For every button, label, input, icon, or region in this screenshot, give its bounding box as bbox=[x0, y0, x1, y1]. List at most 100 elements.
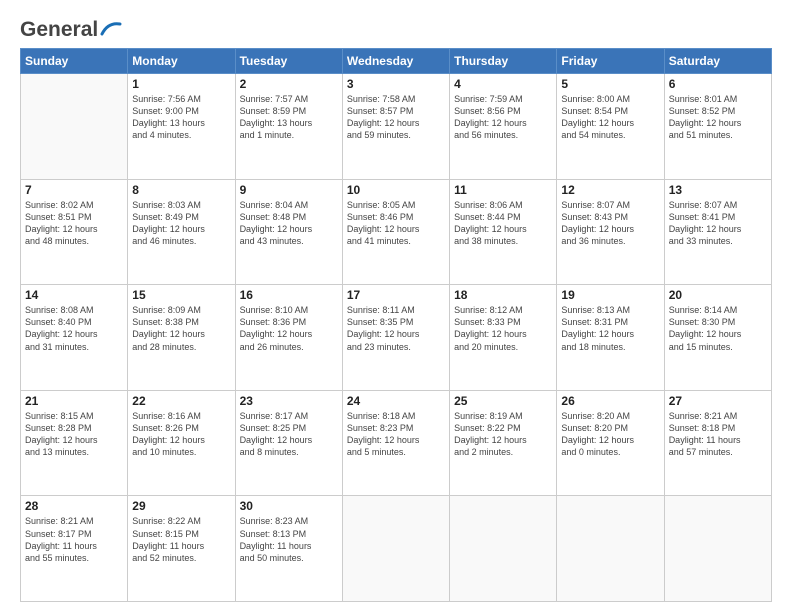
weekday-header-sunday: Sunday bbox=[21, 49, 128, 74]
day-number: 13 bbox=[669, 183, 767, 197]
day-info: Sunrise: 8:12 AM Sunset: 8:33 PM Dayligh… bbox=[454, 304, 552, 353]
calendar-cell: 9 Sunrise: 8:04 AM Sunset: 8:48 PM Daylig… bbox=[235, 179, 342, 285]
day-info: Sunrise: 8:22 AM Sunset: 8:15 PM Dayligh… bbox=[132, 515, 230, 564]
day-info: Sunrise: 8:05 AM Sunset: 8:46 PM Dayligh… bbox=[347, 199, 445, 248]
calendar-cell: 4Sunrise: 7:59 AM Sunset: 8:56 PM Daylig… bbox=[450, 74, 557, 180]
day-info: Sunrise: 8:18 AM Sunset: 8:23 PM Dayligh… bbox=[347, 410, 445, 459]
day-number: 2 bbox=[240, 77, 338, 91]
calendar-cell: 3Sunrise: 7:58 AM Sunset: 8:57 PM Daylig… bbox=[342, 74, 449, 180]
weekday-header-tuesday: Tuesday bbox=[235, 49, 342, 74]
day-info: Sunrise: 8:00 AM Sunset: 8:54 PM Dayligh… bbox=[561, 93, 659, 142]
day-number: 10 bbox=[347, 183, 445, 197]
day-number: 27 bbox=[669, 394, 767, 408]
day-info: Sunrise: 8:21 AM Sunset: 8:18 PM Dayligh… bbox=[669, 410, 767, 459]
calendar-cell: 28 Sunrise: 8:21 AM Sunset: 8:17 PM Dayli… bbox=[21, 496, 128, 602]
day-number: 21 bbox=[25, 394, 123, 408]
day-info: Sunrise: 8:19 AM Sunset: 8:22 PM Dayligh… bbox=[454, 410, 552, 459]
calendar-cell: 27 Sunrise: 8:21 AM Sunset: 8:18 PM Dayli… bbox=[664, 390, 771, 496]
day-number: 15 bbox=[132, 288, 230, 302]
calendar-cell: 30Sunrise: 8:23 AM Sunset: 8:13 PM Dayli… bbox=[235, 496, 342, 602]
calendar-cell: 7Sunrise: 8:02 AM Sunset: 8:51 PM Daylig… bbox=[21, 179, 128, 285]
day-number: 14 bbox=[25, 288, 123, 302]
calendar-cell: 20 Sunrise: 8:14 AM Sunset: 8:30 PM Dayli… bbox=[664, 285, 771, 391]
day-info: Sunrise: 8:21 AM Sunset: 8:17 PM Dayligh… bbox=[25, 515, 123, 564]
day-info: Sunrise: 8:07 AM Sunset: 8:41 PM Dayligh… bbox=[669, 199, 767, 248]
calendar-cell: 29 Sunrise: 8:22 AM Sunset: 8:15 PM Dayli… bbox=[128, 496, 235, 602]
calendar-cell bbox=[664, 496, 771, 602]
calendar-cell: 21 Sunrise: 8:15 AM Sunset: 8:28 PM Dayli… bbox=[21, 390, 128, 496]
logo-general: General bbox=[20, 18, 98, 42]
header: General bbox=[20, 18, 772, 38]
day-info: Sunrise: 8:15 AM Sunset: 8:28 PM Dayligh… bbox=[25, 410, 123, 459]
calendar-cell: 15 Sunrise: 8:09 AM Sunset: 8:38 PM Dayli… bbox=[128, 285, 235, 391]
weekday-header-thursday: Thursday bbox=[450, 49, 557, 74]
calendar-cell bbox=[21, 74, 128, 180]
day-info: Sunrise: 8:16 AM Sunset: 8:26 PM Dayligh… bbox=[132, 410, 230, 459]
day-number: 20 bbox=[669, 288, 767, 302]
calendar-cell: 2Sunrise: 7:57 AM Sunset: 8:59 PM Daylig… bbox=[235, 74, 342, 180]
day-number: 5 bbox=[561, 77, 659, 91]
calendar-cell bbox=[342, 496, 449, 602]
day-number: 19 bbox=[561, 288, 659, 302]
day-number: 7 bbox=[25, 183, 123, 197]
calendar-week-row: 14 Sunrise: 8:08 AM Sunset: 8:40 PM Dayli… bbox=[21, 285, 772, 391]
weekday-header-saturday: Saturday bbox=[664, 49, 771, 74]
day-info: Sunrise: 8:01 AM Sunset: 8:52 PM Dayligh… bbox=[669, 93, 767, 142]
calendar-cell: 13 Sunrise: 8:07 AM Sunset: 8:41 PM Dayli… bbox=[664, 179, 771, 285]
day-info: Sunrise: 8:11 AM Sunset: 8:35 PM Dayligh… bbox=[347, 304, 445, 353]
weekday-header-row: SundayMondayTuesdayWednesdayThursdayFrid… bbox=[21, 49, 772, 74]
calendar-cell: 8 Sunrise: 8:03 AM Sunset: 8:49 PM Daylig… bbox=[128, 179, 235, 285]
weekday-header-wednesday: Wednesday bbox=[342, 49, 449, 74]
day-info: Sunrise: 7:58 AM Sunset: 8:57 PM Dayligh… bbox=[347, 93, 445, 142]
calendar-week-row: 7Sunrise: 8:02 AM Sunset: 8:51 PM Daylig… bbox=[21, 179, 772, 285]
day-info: Sunrise: 8:03 AM Sunset: 8:49 PM Dayligh… bbox=[132, 199, 230, 248]
calendar-cell: 12 Sunrise: 8:07 AM Sunset: 8:43 PM Dayli… bbox=[557, 179, 664, 285]
calendar-cell: 23Sunrise: 8:17 AM Sunset: 8:25 PM Dayli… bbox=[235, 390, 342, 496]
calendar-cell: 6 Sunrise: 8:01 AM Sunset: 8:52 PM Daylig… bbox=[664, 74, 771, 180]
calendar-table: SundayMondayTuesdayWednesdayThursdayFrid… bbox=[20, 48, 772, 602]
day-info: Sunrise: 8:08 AM Sunset: 8:40 PM Dayligh… bbox=[25, 304, 123, 353]
calendar-cell: 18 Sunrise: 8:12 AM Sunset: 8:33 PM Dayli… bbox=[450, 285, 557, 391]
day-info: Sunrise: 8:10 AM Sunset: 8:36 PM Dayligh… bbox=[240, 304, 338, 353]
day-number: 18 bbox=[454, 288, 552, 302]
day-info: Sunrise: 8:23 AM Sunset: 8:13 PM Dayligh… bbox=[240, 515, 338, 564]
day-number: 29 bbox=[132, 499, 230, 513]
day-number: 23 bbox=[240, 394, 338, 408]
day-number: 25 bbox=[454, 394, 552, 408]
day-number: 9 bbox=[240, 183, 338, 197]
day-number: 17 bbox=[347, 288, 445, 302]
day-number: 8 bbox=[132, 183, 230, 197]
calendar-cell: 14 Sunrise: 8:08 AM Sunset: 8:40 PM Dayli… bbox=[21, 285, 128, 391]
logo-swoosh-icon bbox=[100, 20, 122, 36]
calendar-cell: 26 Sunrise: 8:20 AM Sunset: 8:20 PM Dayli… bbox=[557, 390, 664, 496]
day-info: Sunrise: 8:20 AM Sunset: 8:20 PM Dayligh… bbox=[561, 410, 659, 459]
calendar-week-row: 28 Sunrise: 8:21 AM Sunset: 8:17 PM Dayli… bbox=[21, 496, 772, 602]
calendar-cell: 16 Sunrise: 8:10 AM Sunset: 8:36 PM Dayli… bbox=[235, 285, 342, 391]
day-info: Sunrise: 8:13 AM Sunset: 8:31 PM Dayligh… bbox=[561, 304, 659, 353]
calendar-cell: 19 Sunrise: 8:13 AM Sunset: 8:31 PM Dayli… bbox=[557, 285, 664, 391]
calendar-cell: 22 Sunrise: 8:16 AM Sunset: 8:26 PM Dayli… bbox=[128, 390, 235, 496]
calendar-cell: 11 Sunrise: 8:06 AM Sunset: 8:44 PM Dayli… bbox=[450, 179, 557, 285]
day-info: Sunrise: 8:06 AM Sunset: 8:44 PM Dayligh… bbox=[454, 199, 552, 248]
calendar-cell: 1Sunrise: 7:56 AM Sunset: 9:00 PM Daylig… bbox=[128, 74, 235, 180]
page: General SundayMondayTuesdayWednesdayThur… bbox=[0, 0, 792, 612]
calendar-cell bbox=[450, 496, 557, 602]
day-number: 22 bbox=[132, 394, 230, 408]
calendar-cell: 5 Sunrise: 8:00 AM Sunset: 8:54 PM Daylig… bbox=[557, 74, 664, 180]
day-number: 16 bbox=[240, 288, 338, 302]
calendar-cell: 25 Sunrise: 8:19 AM Sunset: 8:22 PM Dayli… bbox=[450, 390, 557, 496]
day-number: 26 bbox=[561, 394, 659, 408]
day-info: Sunrise: 8:14 AM Sunset: 8:30 PM Dayligh… bbox=[669, 304, 767, 353]
day-number: 11 bbox=[454, 183, 552, 197]
calendar-cell: 17 Sunrise: 8:11 AM Sunset: 8:35 PM Dayli… bbox=[342, 285, 449, 391]
logo: General bbox=[20, 18, 122, 38]
day-number: 12 bbox=[561, 183, 659, 197]
day-info: Sunrise: 8:07 AM Sunset: 8:43 PM Dayligh… bbox=[561, 199, 659, 248]
day-info: Sunrise: 7:59 AM Sunset: 8:56 PM Dayligh… bbox=[454, 93, 552, 142]
day-info: Sunrise: 8:04 AM Sunset: 8:48 PM Dayligh… bbox=[240, 199, 338, 248]
day-number: 28 bbox=[25, 499, 123, 513]
calendar-week-row: 21 Sunrise: 8:15 AM Sunset: 8:28 PM Dayli… bbox=[21, 390, 772, 496]
day-number: 6 bbox=[669, 77, 767, 91]
weekday-header-friday: Friday bbox=[557, 49, 664, 74]
day-info: Sunrise: 8:09 AM Sunset: 8:38 PM Dayligh… bbox=[132, 304, 230, 353]
